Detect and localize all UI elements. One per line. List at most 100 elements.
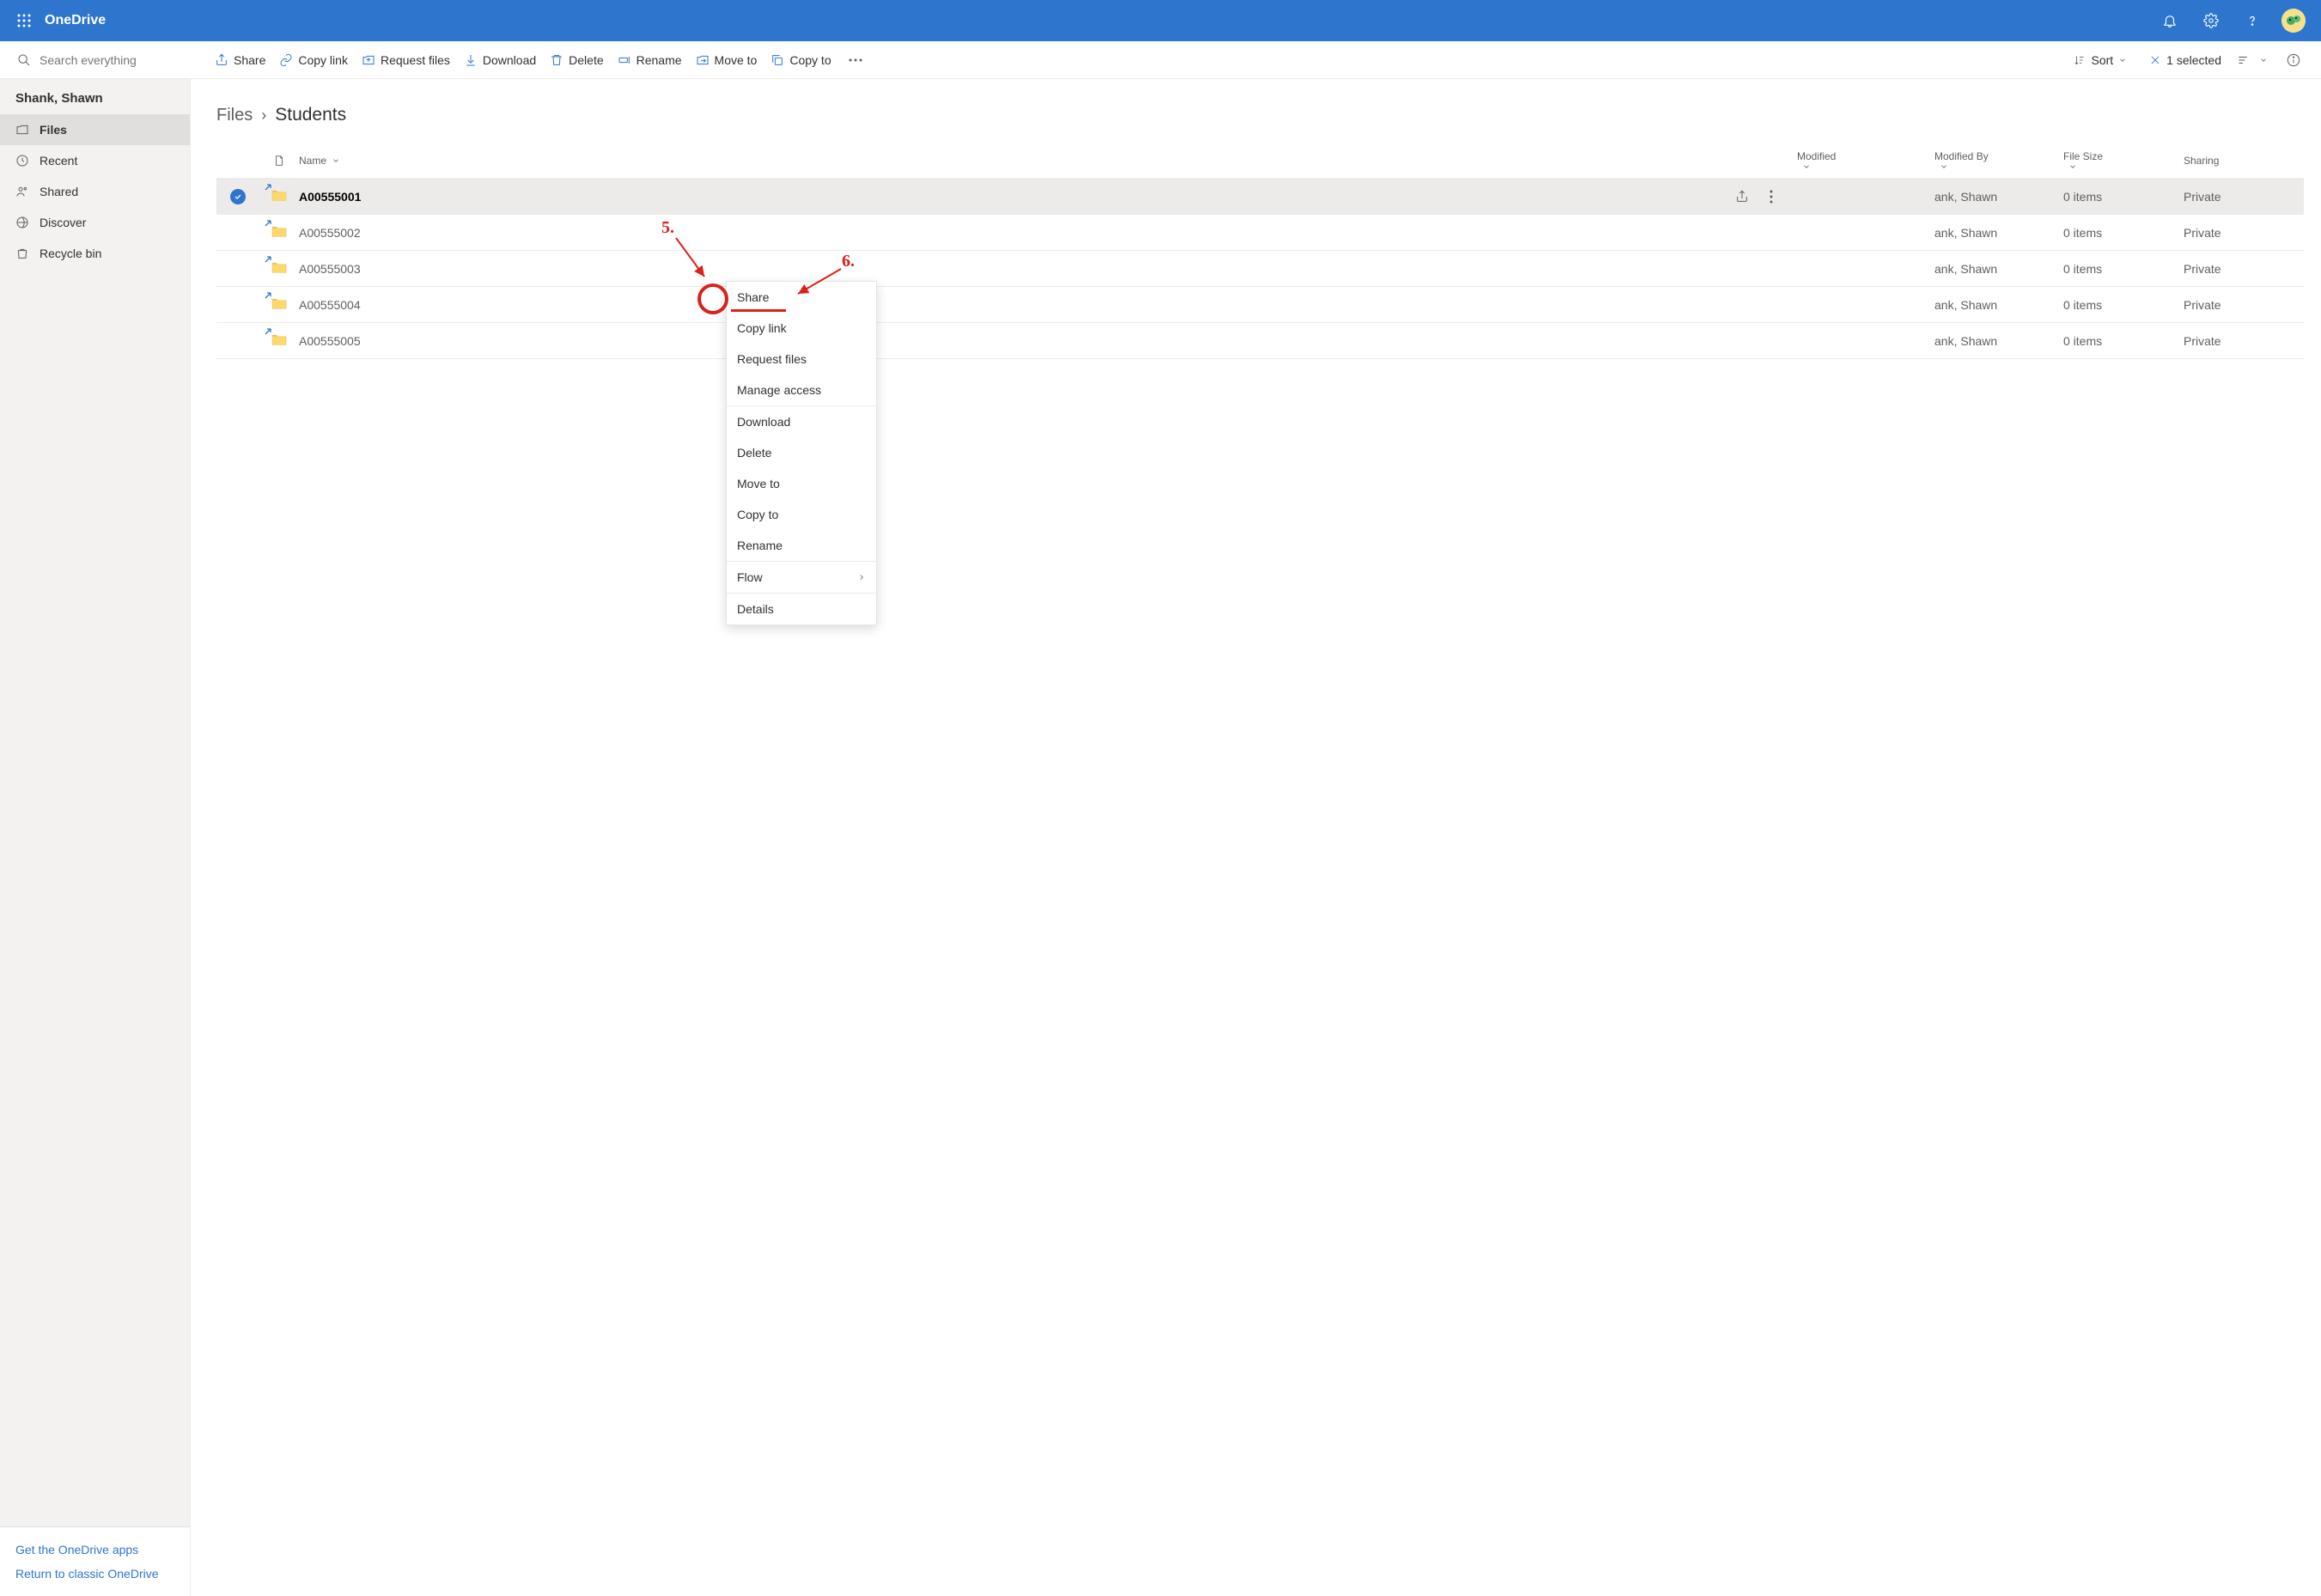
help-icon [2245, 13, 2260, 28]
column-modified-label: Modified [1797, 150, 1836, 162]
table-row[interactable]: A00555005ank, Shawn0 itemsPrivate [216, 323, 2304, 359]
notifications-button[interactable] [2149, 0, 2190, 41]
ctx-share-label: Share [737, 290, 769, 304]
clock-icon [15, 154, 29, 168]
avatar-icon [2281, 9, 2306, 33]
row-modified-by: ank, Shawn [1934, 262, 2063, 276]
breadcrumb-root[interactable]: Files [216, 106, 253, 125]
ctx-delete[interactable]: Delete [727, 437, 876, 468]
row-more-actions-button[interactable] [1761, 186, 1782, 207]
chevron-down-icon [1940, 162, 1948, 171]
chevron-down-icon [2259, 56, 2268, 64]
move-icon [696, 53, 710, 67]
breadcrumb-current: Students [275, 105, 346, 125]
more-commands-button[interactable] [838, 41, 878, 78]
view-options-button[interactable] [2232, 41, 2278, 78]
copy-to-button[interactable]: Copy to [764, 41, 838, 78]
ctx-download[interactable]: Download [727, 406, 876, 437]
ctx-move-to[interactable]: Move to [727, 468, 876, 499]
copy-to-label: Copy to [789, 53, 831, 67]
classic-link[interactable]: Return to classic OneDrive [15, 1562, 174, 1586]
share-button[interactable]: Share [208, 41, 272, 78]
chevron-down-icon [332, 156, 340, 165]
sidebar-label-discover: Discover [40, 216, 86, 229]
table-row[interactable]: A00555001ank, Shawn0 itemsPrivate [216, 179, 2304, 215]
help-button[interactable] [2232, 0, 2273, 41]
x-icon [2149, 54, 2161, 66]
main-content: Files › Students 5. 6. [191, 79, 2321, 1596]
sidebar-item-shared[interactable]: Shared [0, 176, 190, 207]
download-button[interactable]: Download [457, 41, 543, 78]
sidebar-item-discover[interactable]: Discover [0, 207, 190, 238]
sort-label: Sort [2091, 53, 2113, 67]
search-box[interactable] [0, 41, 191, 79]
details-pane-button[interactable] [2281, 41, 2311, 78]
row-share-button[interactable] [1732, 186, 1752, 207]
row-name[interactable]: A00555003 [299, 262, 361, 276]
chevron-right-icon: › [261, 107, 266, 125]
trash-icon [550, 53, 563, 67]
row-name[interactable]: A00555001 [299, 190, 361, 204]
ctx-download-label: Download [737, 415, 790, 429]
table-header: Name Modified Modified By File Size Shar… [216, 143, 2304, 179]
ctx-copy-link[interactable]: Copy link [727, 313, 876, 344]
row-name[interactable]: A00555002 [299, 226, 361, 240]
ctx-share[interactable]: Share [727, 282, 876, 313]
row-sharing: Private [2184, 226, 2304, 240]
list-view-icon [2237, 54, 2249, 66]
copy-link-button[interactable]: Copy link [272, 41, 355, 78]
column-name[interactable]: Name [299, 155, 1797, 167]
move-to-button[interactable]: Move to [689, 41, 765, 78]
search-input[interactable] [40, 53, 160, 67]
sidebar-item-recent[interactable]: Recent [0, 145, 190, 176]
bell-icon [2162, 13, 2178, 28]
folder-icon [271, 332, 288, 350]
table-row[interactable]: A00555004ank, Shawn0 itemsPrivate [216, 287, 2304, 323]
delete-button[interactable]: Delete [543, 41, 610, 78]
column-modified[interactable]: Modified [1797, 150, 1934, 171]
row-name[interactable]: A00555004 [299, 298, 361, 312]
rename-button[interactable]: Rename [611, 41, 689, 78]
ctx-rename-label: Rename [737, 539, 783, 552]
account-button[interactable] [2273, 0, 2314, 41]
ctx-request-files[interactable]: Request files [727, 344, 876, 375]
table-row[interactable]: A00555003ank, Shawn0 itemsPrivate [216, 251, 2304, 287]
sidebar-user: Shank, Shawn [0, 79, 190, 114]
app-name[interactable]: OneDrive [45, 13, 106, 28]
get-apps-link[interactable]: Get the OneDrive apps [15, 1538, 174, 1562]
file-icon [273, 154, 285, 168]
waffle-icon [17, 14, 31, 27]
column-type[interactable] [259, 154, 299, 168]
row-name[interactable]: A00555005 [299, 334, 361, 348]
sidebar-label-files: Files [40, 123, 67, 137]
download-label: Download [483, 53, 536, 67]
sidebar-item-recycle[interactable]: Recycle bin [0, 238, 190, 269]
ctx-manage-access[interactable]: Manage access [727, 375, 876, 405]
column-modified-by[interactable]: Modified By [1934, 150, 2063, 171]
clear-selection-button[interactable]: 1 selected [2142, 41, 2228, 78]
row-modified-by: ank, Shawn [1934, 226, 2063, 240]
ctx-details[interactable]: Details [727, 594, 876, 624]
column-file-size[interactable]: File Size [2063, 150, 2184, 171]
ctx-flow[interactable]: Flow [727, 562, 876, 593]
selected-count-label: 1 selected [2166, 53, 2221, 67]
link-icon [279, 53, 293, 67]
settings-button[interactable] [2190, 0, 2232, 41]
app-launcher-button[interactable] [7, 3, 41, 38]
request-files-button[interactable]: Request files [355, 41, 457, 78]
column-sharing[interactable]: Sharing [2184, 155, 2304, 167]
row-modified-by: ank, Shawn [1934, 334, 2063, 348]
ctx-copy-to[interactable]: Copy to [727, 499, 876, 530]
table-row[interactable]: A00555002ank, Shawn0 itemsPrivate [216, 215, 2304, 251]
row-sharing: Private [2184, 190, 2304, 204]
copy-link-label: Copy link [298, 53, 348, 67]
ctx-rename[interactable]: Rename [727, 530, 876, 561]
context-menu: Share Copy link Request files Manage acc… [726, 281, 877, 625]
row-sharing: Private [2184, 298, 2304, 312]
ctx-request-files-label: Request files [737, 352, 807, 366]
selected-check-icon[interactable] [230, 189, 246, 204]
folder-icon [271, 188, 288, 205]
sidebar-item-files[interactable]: Files [0, 114, 190, 145]
sort-button[interactable]: Sort [2067, 41, 2139, 78]
move-to-label: Move to [715, 53, 758, 67]
